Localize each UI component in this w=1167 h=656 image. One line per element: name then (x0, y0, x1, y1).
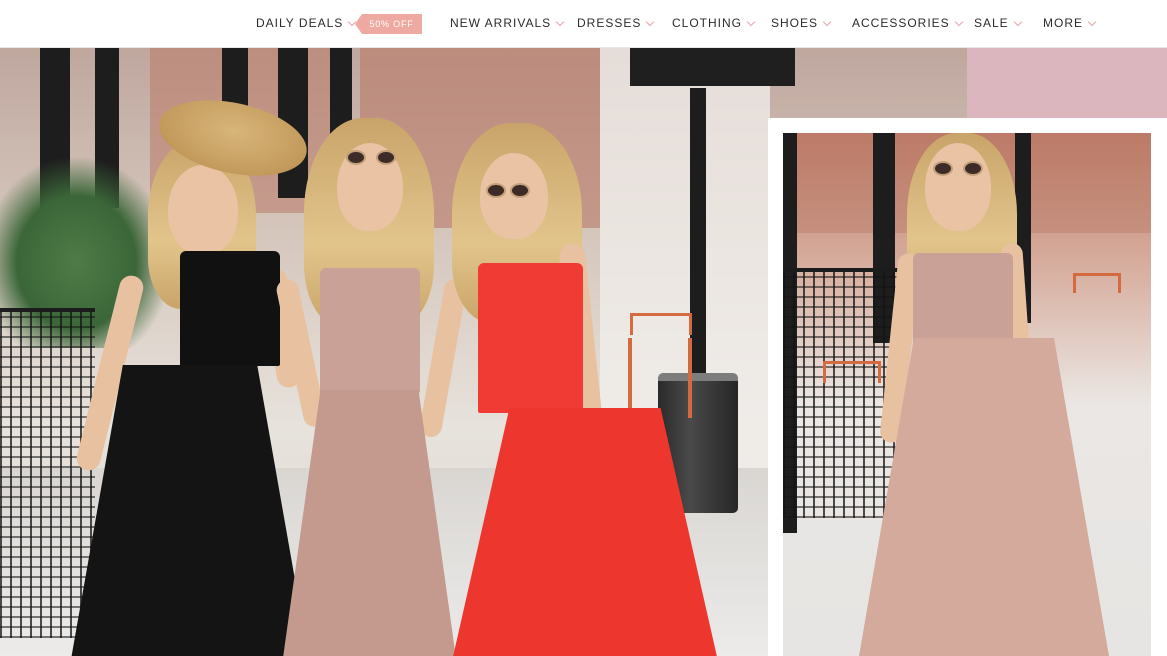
hanging-sign (630, 48, 795, 86)
nav-item-label: SHOES (771, 16, 819, 30)
nav-item-label: DRESSES (577, 16, 642, 30)
product-image-mauve-dress[interactable] (783, 133, 1151, 656)
nav-item-label: MORE (1043, 16, 1083, 30)
chevron-down-icon (822, 17, 832, 26)
promo-badge[interactable]: 50% OFF (355, 14, 422, 34)
model-black-dress (70, 88, 314, 656)
chevron-down-icon (555, 17, 565, 26)
model-red-dress (450, 123, 720, 656)
chevron-down-icon (1013, 17, 1022, 26)
sunglasses (346, 150, 366, 165)
nav-item-label: CLOTHING (672, 16, 743, 30)
nav-item-label: DAILY DEALS (256, 16, 344, 30)
chevron-down-icon (646, 17, 655, 26)
nav-item-new-arrivals[interactable]: NEW ARRIVALS (450, 16, 565, 30)
nav-item-label: NEW ARRIVALS (450, 16, 552, 30)
sunglasses (376, 150, 396, 165)
sunglasses (486, 183, 506, 198)
nav-item-label: ACCESSORIES (852, 16, 950, 30)
chevron-down-icon (954, 17, 963, 26)
sunglasses (933, 161, 953, 176)
nav-item-daily-deals[interactable]: DAILY DEALS (256, 16, 357, 30)
nav-item-clothing[interactable]: CLOTHING (672, 16, 756, 30)
main-navigation: DAILY DEALS 50% OFF NEW ARRIVALS DRESSES… (0, 0, 1167, 48)
nav-item-shoes[interactable]: SHOES (771, 16, 832, 30)
nav-item-dresses[interactable]: DRESSES (577, 16, 655, 30)
nav-item-accessories[interactable]: ACCESSORIES (852, 16, 963, 30)
nav-item-sale[interactable]: SALE (974, 16, 1022, 30)
pink-accent-block (967, 48, 1167, 118)
red-maxi-dress (450, 408, 720, 656)
model-mauve-dress (274, 118, 468, 656)
sunglasses (963, 161, 983, 176)
nav-item-more[interactable]: MORE (1043, 16, 1097, 30)
model-mauve-dress-solo (859, 133, 1109, 656)
chevron-down-icon (348, 17, 357, 26)
nav-item-label: SALE (974, 16, 1009, 30)
chevron-down-icon (1087, 17, 1097, 26)
chevron-down-icon (746, 17, 756, 26)
sunglasses (510, 183, 530, 198)
